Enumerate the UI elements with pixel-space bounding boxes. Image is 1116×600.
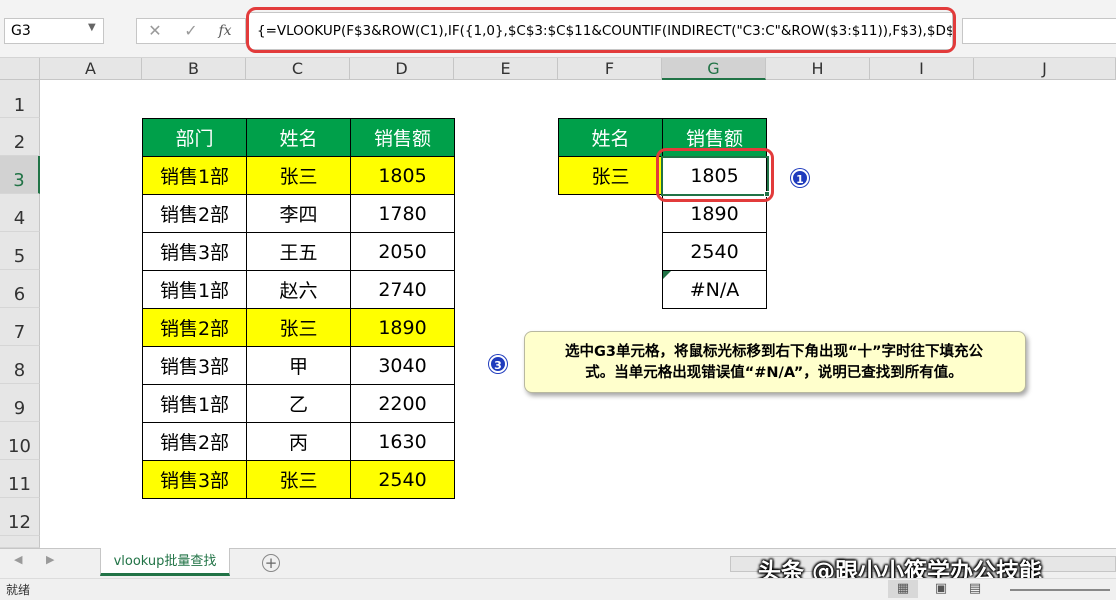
lookup-header-cell[interactable]: 姓名 xyxy=(558,118,663,157)
source-cell-dept[interactable]: 销售1部 xyxy=(142,384,247,423)
lookup-result-cell[interactable]: #N/A xyxy=(662,270,767,309)
next-sheet-icon[interactable]: ▶ xyxy=(46,553,54,566)
row-header-4[interactable]: 4 xyxy=(0,194,40,232)
source-cell-name[interactable]: 甲 xyxy=(246,346,351,385)
source-cell-sales[interactable]: 1630 xyxy=(350,422,455,461)
insert-function-icon[interactable]: fx xyxy=(210,18,240,44)
row-header-8[interactable]: 8 xyxy=(0,346,40,384)
source-header-cell[interactable]: 销售额 xyxy=(350,118,455,157)
row-header-11[interactable]: 11 xyxy=(0,460,40,498)
source-header-cell[interactable]: 部门 xyxy=(142,118,247,157)
marker-3: 3 xyxy=(489,355,507,373)
plus-circle-icon[interactable]: + xyxy=(262,554,280,572)
source-cell-sales[interactable]: 2740 xyxy=(350,270,455,309)
source-cell-dept[interactable]: 销售2部 xyxy=(142,308,247,347)
normal-view-icon[interactable]: ▦ xyxy=(888,580,918,598)
lookup-result-cell[interactable]: 2540 xyxy=(662,232,767,271)
source-cell-sales[interactable]: 2200 xyxy=(350,384,455,423)
source-cell-dept[interactable]: 销售1部 xyxy=(142,156,247,195)
row-header-2[interactable]: 2 xyxy=(0,118,40,156)
row-header-5[interactable]: 5 xyxy=(0,232,40,270)
source-cell-name[interactable]: 王五 xyxy=(246,232,351,271)
column-header-j[interactable]: J xyxy=(974,58,1116,80)
page-break-preview-icon[interactable]: ▤ xyxy=(960,580,990,598)
cancel-icon[interactable]: ✕ xyxy=(140,18,170,44)
source-cell-name[interactable]: 乙 xyxy=(246,384,351,423)
column-header-i[interactable]: I xyxy=(870,58,974,80)
row-header-1[interactable]: 1 xyxy=(0,80,40,118)
column-header-g[interactable]: G xyxy=(662,58,766,80)
callout-line-1: 选中G3单元格，将鼠标光标移到右下角出现“十”字时往下填充公 xyxy=(564,344,984,360)
sheet-tab-vlookup[interactable]: vlookup批量查找 xyxy=(100,548,230,576)
row-header-12[interactable]: 12 xyxy=(0,498,40,536)
source-cell-sales[interactable]: 2540 xyxy=(350,460,455,499)
name-box-dropdown-icon[interactable]: ▼ xyxy=(88,22,100,40)
source-cell-name[interactable]: 赵六 xyxy=(246,270,351,309)
callout-line-2: 式。当单元格出现错误值“#N/A”，说明已查找到所有值。 xyxy=(585,365,963,381)
source-cell-dept[interactable]: 销售3部 xyxy=(142,460,247,499)
row-header-10[interactable]: 10 xyxy=(0,422,40,460)
column-header-e[interactable]: E xyxy=(454,58,558,80)
instruction-callout: 选中G3单元格，将鼠标光标移到右下角出现“十”字时往下填充公 式。当单元格出现错… xyxy=(524,331,1026,393)
column-header-f[interactable]: F xyxy=(558,58,662,80)
zoom-slider[interactable] xyxy=(1010,589,1110,591)
row-header-3[interactable]: 3 xyxy=(0,156,40,194)
source-cell-sales[interactable]: 1805 xyxy=(350,156,455,195)
column-header-d[interactable]: D xyxy=(350,58,454,80)
source-cell-name[interactable]: 丙 xyxy=(246,422,351,461)
row-header-13[interactable] xyxy=(0,536,40,548)
enter-icon[interactable]: ✓ xyxy=(176,18,206,44)
page-layout-icon[interactable]: ▣ xyxy=(926,580,956,598)
select-all-corner[interactable] xyxy=(0,58,40,80)
source-cell-name[interactable]: 李四 xyxy=(246,194,351,233)
source-cell-dept[interactable]: 销售1部 xyxy=(142,270,247,309)
error-indicator-icon xyxy=(663,271,671,279)
column-header-a[interactable]: A xyxy=(40,58,142,80)
column-header-b[interactable]: B xyxy=(142,58,246,80)
row-header-6[interactable]: 6 xyxy=(0,270,40,308)
cell-annotation-outline xyxy=(656,148,774,202)
row-header-7[interactable]: 7 xyxy=(0,308,40,346)
column-header-h[interactable]: H xyxy=(766,58,870,80)
column-header-c[interactable]: C xyxy=(246,58,350,80)
source-cell-name[interactable]: 张三 xyxy=(246,308,351,347)
source-cell-sales[interactable]: 3040 xyxy=(350,346,455,385)
status-text: 就绪 xyxy=(6,583,31,597)
source-cell-sales[interactable]: 1780 xyxy=(350,194,455,233)
source-cell-name[interactable]: 张三 xyxy=(246,156,351,195)
marker-1: 1 xyxy=(791,169,809,187)
source-cell-name[interactable]: 张三 xyxy=(246,460,351,499)
source-cell-sales[interactable]: 2050 xyxy=(350,232,455,271)
formula-bar-extension xyxy=(962,18,1116,44)
source-cell-dept[interactable]: 销售2部 xyxy=(142,422,247,461)
prev-sheet-icon[interactable]: ◀ xyxy=(14,553,22,566)
source-cell-dept[interactable]: 销售2部 xyxy=(142,194,247,233)
source-cell-dept[interactable]: 销售3部 xyxy=(142,232,247,271)
source-cell-dept[interactable]: 销售3部 xyxy=(142,346,247,385)
row-header-9[interactable]: 9 xyxy=(0,384,40,422)
lookup-name-cell[interactable]: 张三 xyxy=(558,156,663,195)
source-cell-sales[interactable]: 1890 xyxy=(350,308,455,347)
formula-annotation-outline xyxy=(246,7,956,53)
source-header-cell[interactable]: 姓名 xyxy=(246,118,351,157)
